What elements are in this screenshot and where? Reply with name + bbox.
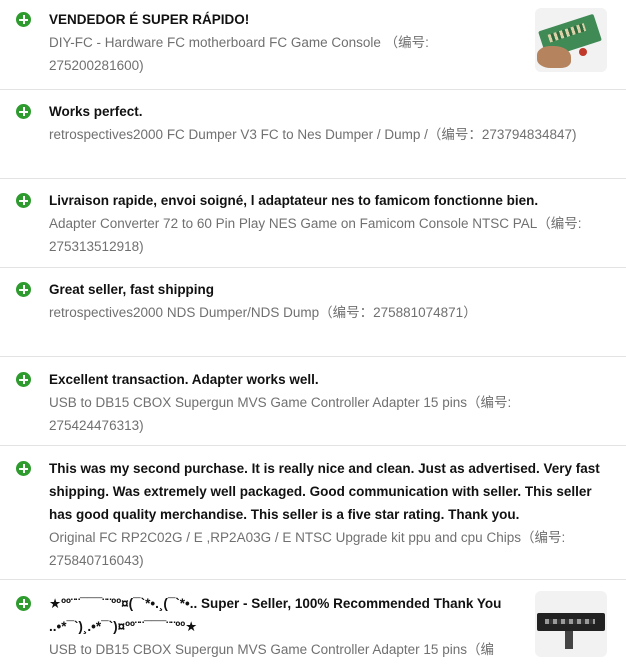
- feedback-text: Works perfect. retrospectives2000 FC Dum…: [49, 100, 576, 146]
- feedback-comment: Excellent transaction. Adapter works wel…: [49, 372, 319, 387]
- item-title-link[interactable]: USB to DB15 CBOX Supergun MVS Game Contr…: [49, 638, 501, 661]
- feedback-text: This was my second purchase. It is reall…: [49, 457, 600, 572]
- item-number[interactable]: 275424476313): [49, 414, 511, 437]
- item-number[interactable]: 275840716043): [49, 549, 600, 572]
- component-image: [579, 48, 587, 56]
- plus-circle-icon[interactable]: [16, 461, 31, 476]
- item-thumbnail[interactable]: [535, 591, 607, 657]
- feedback-comment: Livraison rapide, envoi soigné, l adapta…: [49, 193, 539, 208]
- item-title-link[interactable]: Adapter Converter 72 to 60 Pin Play NES …: [49, 212, 581, 235]
- plus-circle-icon[interactable]: [16, 193, 31, 208]
- cable-image: [565, 631, 573, 649]
- feedback-row: Great seller, fast shipping retrospectiv…: [0, 268, 626, 357]
- feedback-text: Livraison rapide, envoi soigné, l adapta…: [49, 189, 581, 258]
- feedback-list: VENDEDOR É SUPER RÁPIDO! DIY-FC - Hardwa…: [0, 0, 626, 670]
- item-thumbnail[interactable]: [535, 8, 607, 72]
- feedback-row: ★ºº¨¨¯¯¯¨¨ºº¤(¯`*•.¸(¯`*•.. Super - Sell…: [0, 580, 626, 670]
- feedback-comment: shipping. Was extremely well packaged. G…: [49, 484, 592, 499]
- plus-circle-icon[interactable]: [16, 104, 31, 119]
- hand-image: [537, 46, 571, 68]
- feedback-comment: VENDEDOR É SUPER RÁPIDO!: [49, 12, 250, 27]
- item-title-link[interactable]: retrospectives2000 FC Dumper V3 FC to Ne…: [49, 123, 576, 146]
- item-title-link[interactable]: DIY-FC - Hardware FC motherboard FC Game…: [49, 31, 429, 54]
- feedback-comment: This was my second purchase. It is reall…: [49, 461, 600, 476]
- feedback-row: Livraison rapide, envoi soigné, l adapta…: [0, 179, 626, 268]
- feedback-comment: ★ºº¨¨¯¯¯¨¨ºº¤(¯`*•.¸(¯`*•.. Super - Sell…: [49, 596, 502, 611]
- adapter-image: [537, 613, 605, 631]
- feedback-text: ★ºº¨¨¯¯¯¨¨ºº¤(¯`*•.¸(¯`*•.. Super - Sell…: [49, 592, 501, 661]
- feedback-row: This was my second purchase. It is reall…: [0, 446, 626, 580]
- item-title-link[interactable]: Original FC RP2C02G / E ,RP2A03G / E NTS…: [49, 526, 600, 549]
- feedback-comment: Great seller, fast shipping: [49, 282, 215, 297]
- feedback-text: VENDEDOR É SUPER RÁPIDO! DIY-FC - Hardwa…: [49, 8, 429, 77]
- feedback-text: Great seller, fast shipping retrospectiv…: [49, 278, 477, 324]
- feedback-comment: ..•*¯`)¸.•*¯`)¤ºº¨¨¯¯¯¨¨ºº★: [49, 619, 198, 634]
- item-title-link[interactable]: USB to DB15 CBOX Supergun MVS Game Contr…: [49, 391, 511, 414]
- feedback-text: Excellent transaction. Adapter works wel…: [49, 368, 511, 437]
- plus-circle-icon[interactable]: [16, 596, 31, 611]
- item-title-link[interactable]: retrospectives2000 NDS Dumper/NDS Dump（编…: [49, 301, 477, 324]
- item-number[interactable]: 275200281600): [49, 54, 429, 77]
- feedback-comment: has good quality merchandise. This selle…: [49, 507, 520, 522]
- feedback-row: VENDEDOR É SUPER RÁPIDO! DIY-FC - Hardwa…: [0, 0, 626, 90]
- feedback-comment: Works perfect.: [49, 104, 143, 119]
- feedback-row: Excellent transaction. Adapter works wel…: [0, 357, 626, 446]
- feedback-row: Works perfect. retrospectives2000 FC Dum…: [0, 90, 626, 179]
- plus-circle-icon[interactable]: [16, 12, 31, 27]
- item-number[interactable]: 275313512918): [49, 235, 581, 258]
- plus-circle-icon[interactable]: [16, 372, 31, 387]
- plus-circle-icon[interactable]: [16, 282, 31, 297]
